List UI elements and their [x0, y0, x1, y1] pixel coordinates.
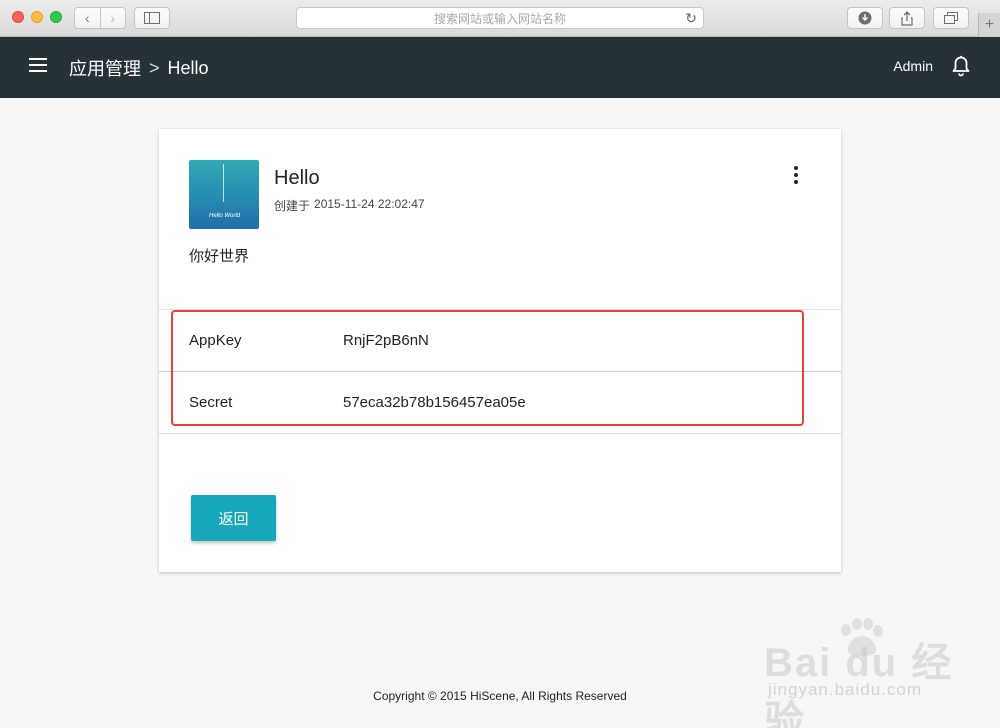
- breadcrumb-root[interactable]: 应用管理: [69, 55, 141, 81]
- zoom-window-button[interactable]: [50, 11, 62, 23]
- breadcrumb-separator: >: [149, 57, 160, 78]
- app-description: 你好世界: [189, 248, 250, 265]
- app-created-info: 创建于 2015-11-24 22:02:47: [274, 197, 425, 214]
- share-button[interactable]: [889, 7, 925, 29]
- back-button[interactable]: 返回: [191, 495, 276, 541]
- forward-arrow-icon[interactable]: ›: [99, 8, 126, 28]
- credential-value: 57eca32b78b156457ea05e: [343, 394, 526, 411]
- tabs-overview-button[interactable]: [933, 7, 969, 29]
- notification-bell-icon[interactable]: [951, 55, 971, 77]
- address-bar[interactable]: 搜索网站或输入网站名称 ↻: [296, 7, 704, 29]
- hamburger-menu-icon[interactable]: [29, 58, 47, 72]
- minimize-window-button[interactable]: [31, 11, 43, 23]
- reload-icon[interactable]: ↻: [685, 10, 697, 27]
- credential-row-secret: Secret 57eca32b78b156457ea05e: [159, 371, 841, 433]
- new-tab-button[interactable]: +: [978, 13, 1000, 37]
- created-timestamp: 2015-11-24 22:02:47: [314, 197, 425, 211]
- tabs-icon: [944, 12, 958, 24]
- share-icon: [901, 10, 913, 26]
- history-nav: ‹ ›: [74, 7, 126, 29]
- credential-key: AppKey: [189, 332, 242, 349]
- credential-key: Secret: [189, 394, 233, 411]
- user-menu[interactable]: Admin: [893, 58, 933, 74]
- created-label: 创建于: [274, 199, 311, 213]
- credential-value: RnjF2pB6nN: [343, 332, 429, 349]
- back-arrow-icon[interactable]: ‹: [75, 8, 100, 28]
- download-icon: [858, 11, 872, 25]
- app-detail-card: Hello World Hello 创建于 2015-11-24 22:02:4…: [159, 129, 841, 572]
- downloads-button[interactable]: [847, 7, 883, 29]
- breadcrumb-current: Hello: [167, 57, 209, 78]
- credential-divider: [159, 433, 841, 434]
- browser-toolbar: ‹ › 搜索网站或输入网站名称 ↻ +: [0, 0, 1000, 37]
- credential-row-appkey: AppKey RnjF2pB6nN: [159, 309, 841, 371]
- watermark-brand: Bai du 经验: [764, 641, 954, 728]
- sidebar-icon: [144, 12, 160, 24]
- baidu-watermark: Bai du 经验 jingyan.baidu.com: [764, 618, 954, 728]
- breadcrumb: 应用管理 > Hello: [69, 55, 209, 81]
- app-name: Hello: [274, 167, 320, 189]
- watermark-url: jingyan.baidu.com: [768, 680, 923, 699]
- more-options-icon[interactable]: [789, 166, 803, 184]
- app-thumbnail: Hello World: [189, 160, 259, 229]
- close-window-button[interactable]: [12, 11, 24, 23]
- app-header: 应用管理 > Hello Admin: [0, 37, 1000, 98]
- address-placeholder: 搜索网站或输入网站名称: [433, 11, 566, 26]
- sidebar-toggle-button[interactable]: [134, 7, 170, 29]
- thumbnail-caption: Hello World: [209, 213, 241, 219]
